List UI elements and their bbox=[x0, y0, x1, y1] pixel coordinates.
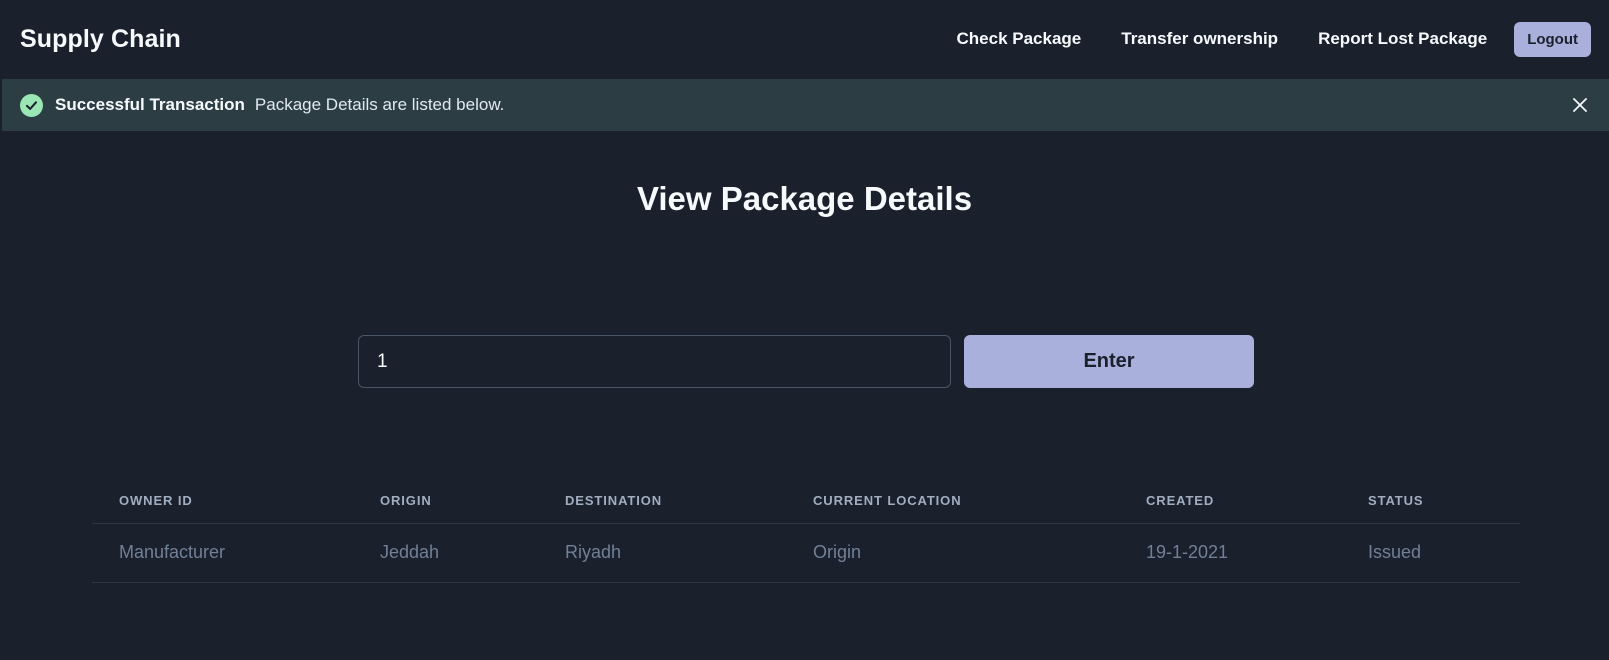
column-header-created: CREATED bbox=[1119, 478, 1341, 524]
package-details-table: OWNER ID ORIGIN DESTINATION CURRENT LOCA… bbox=[92, 478, 1520, 583]
nav-link-check-package[interactable]: Check Package bbox=[957, 29, 1082, 49]
cell-origin: Jeddah bbox=[353, 523, 538, 583]
table-row: Manufacturer Jeddah Riyadh Origin 19-1-2… bbox=[92, 523, 1520, 583]
column-header-owner-id: OWNER ID bbox=[92, 478, 353, 524]
top-navbar: Supply Chain Check Package Transfer owne… bbox=[0, 0, 1609, 78]
column-header-origin: ORIGIN bbox=[353, 478, 538, 524]
check-circle-icon bbox=[20, 93, 43, 117]
nav-link-transfer-ownership[interactable]: Transfer ownership bbox=[1121, 29, 1278, 49]
cell-status: Issued bbox=[1341, 523, 1520, 583]
package-id-input[interactable] bbox=[358, 335, 951, 388]
column-header-current-location: CURRENT LOCATION bbox=[786, 478, 1119, 524]
alert-description: Package Details are listed below. bbox=[254, 95, 505, 114]
nav-link-report-lost-package[interactable]: Report Lost Package bbox=[1318, 29, 1487, 49]
nav-links: Check Package Transfer ownership Report … bbox=[957, 21, 1591, 57]
table-header-row: OWNER ID ORIGIN DESTINATION CURRENT LOCA… bbox=[92, 478, 1520, 524]
column-header-destination: DESTINATION bbox=[538, 478, 786, 524]
cell-destination: Riyadh bbox=[538, 523, 786, 583]
enter-button[interactable]: Enter bbox=[964, 335, 1254, 388]
success-alert: Successful Transaction Package Details a… bbox=[2, 79, 1609, 131]
brand-title: Supply Chain bbox=[20, 24, 181, 53]
column-header-status: STATUS bbox=[1341, 478, 1520, 524]
logout-button[interactable]: Logout bbox=[1514, 21, 1591, 57]
cell-owner-id: Manufacturer bbox=[92, 523, 353, 583]
page-title: View Package Details bbox=[636, 180, 973, 217]
close-icon[interactable] bbox=[1569, 94, 1591, 116]
cell-created: 19-1-2021 bbox=[1119, 523, 1341, 583]
alert-title: Successful Transaction bbox=[55, 95, 245, 114]
cell-current-location: Origin bbox=[786, 523, 1119, 583]
